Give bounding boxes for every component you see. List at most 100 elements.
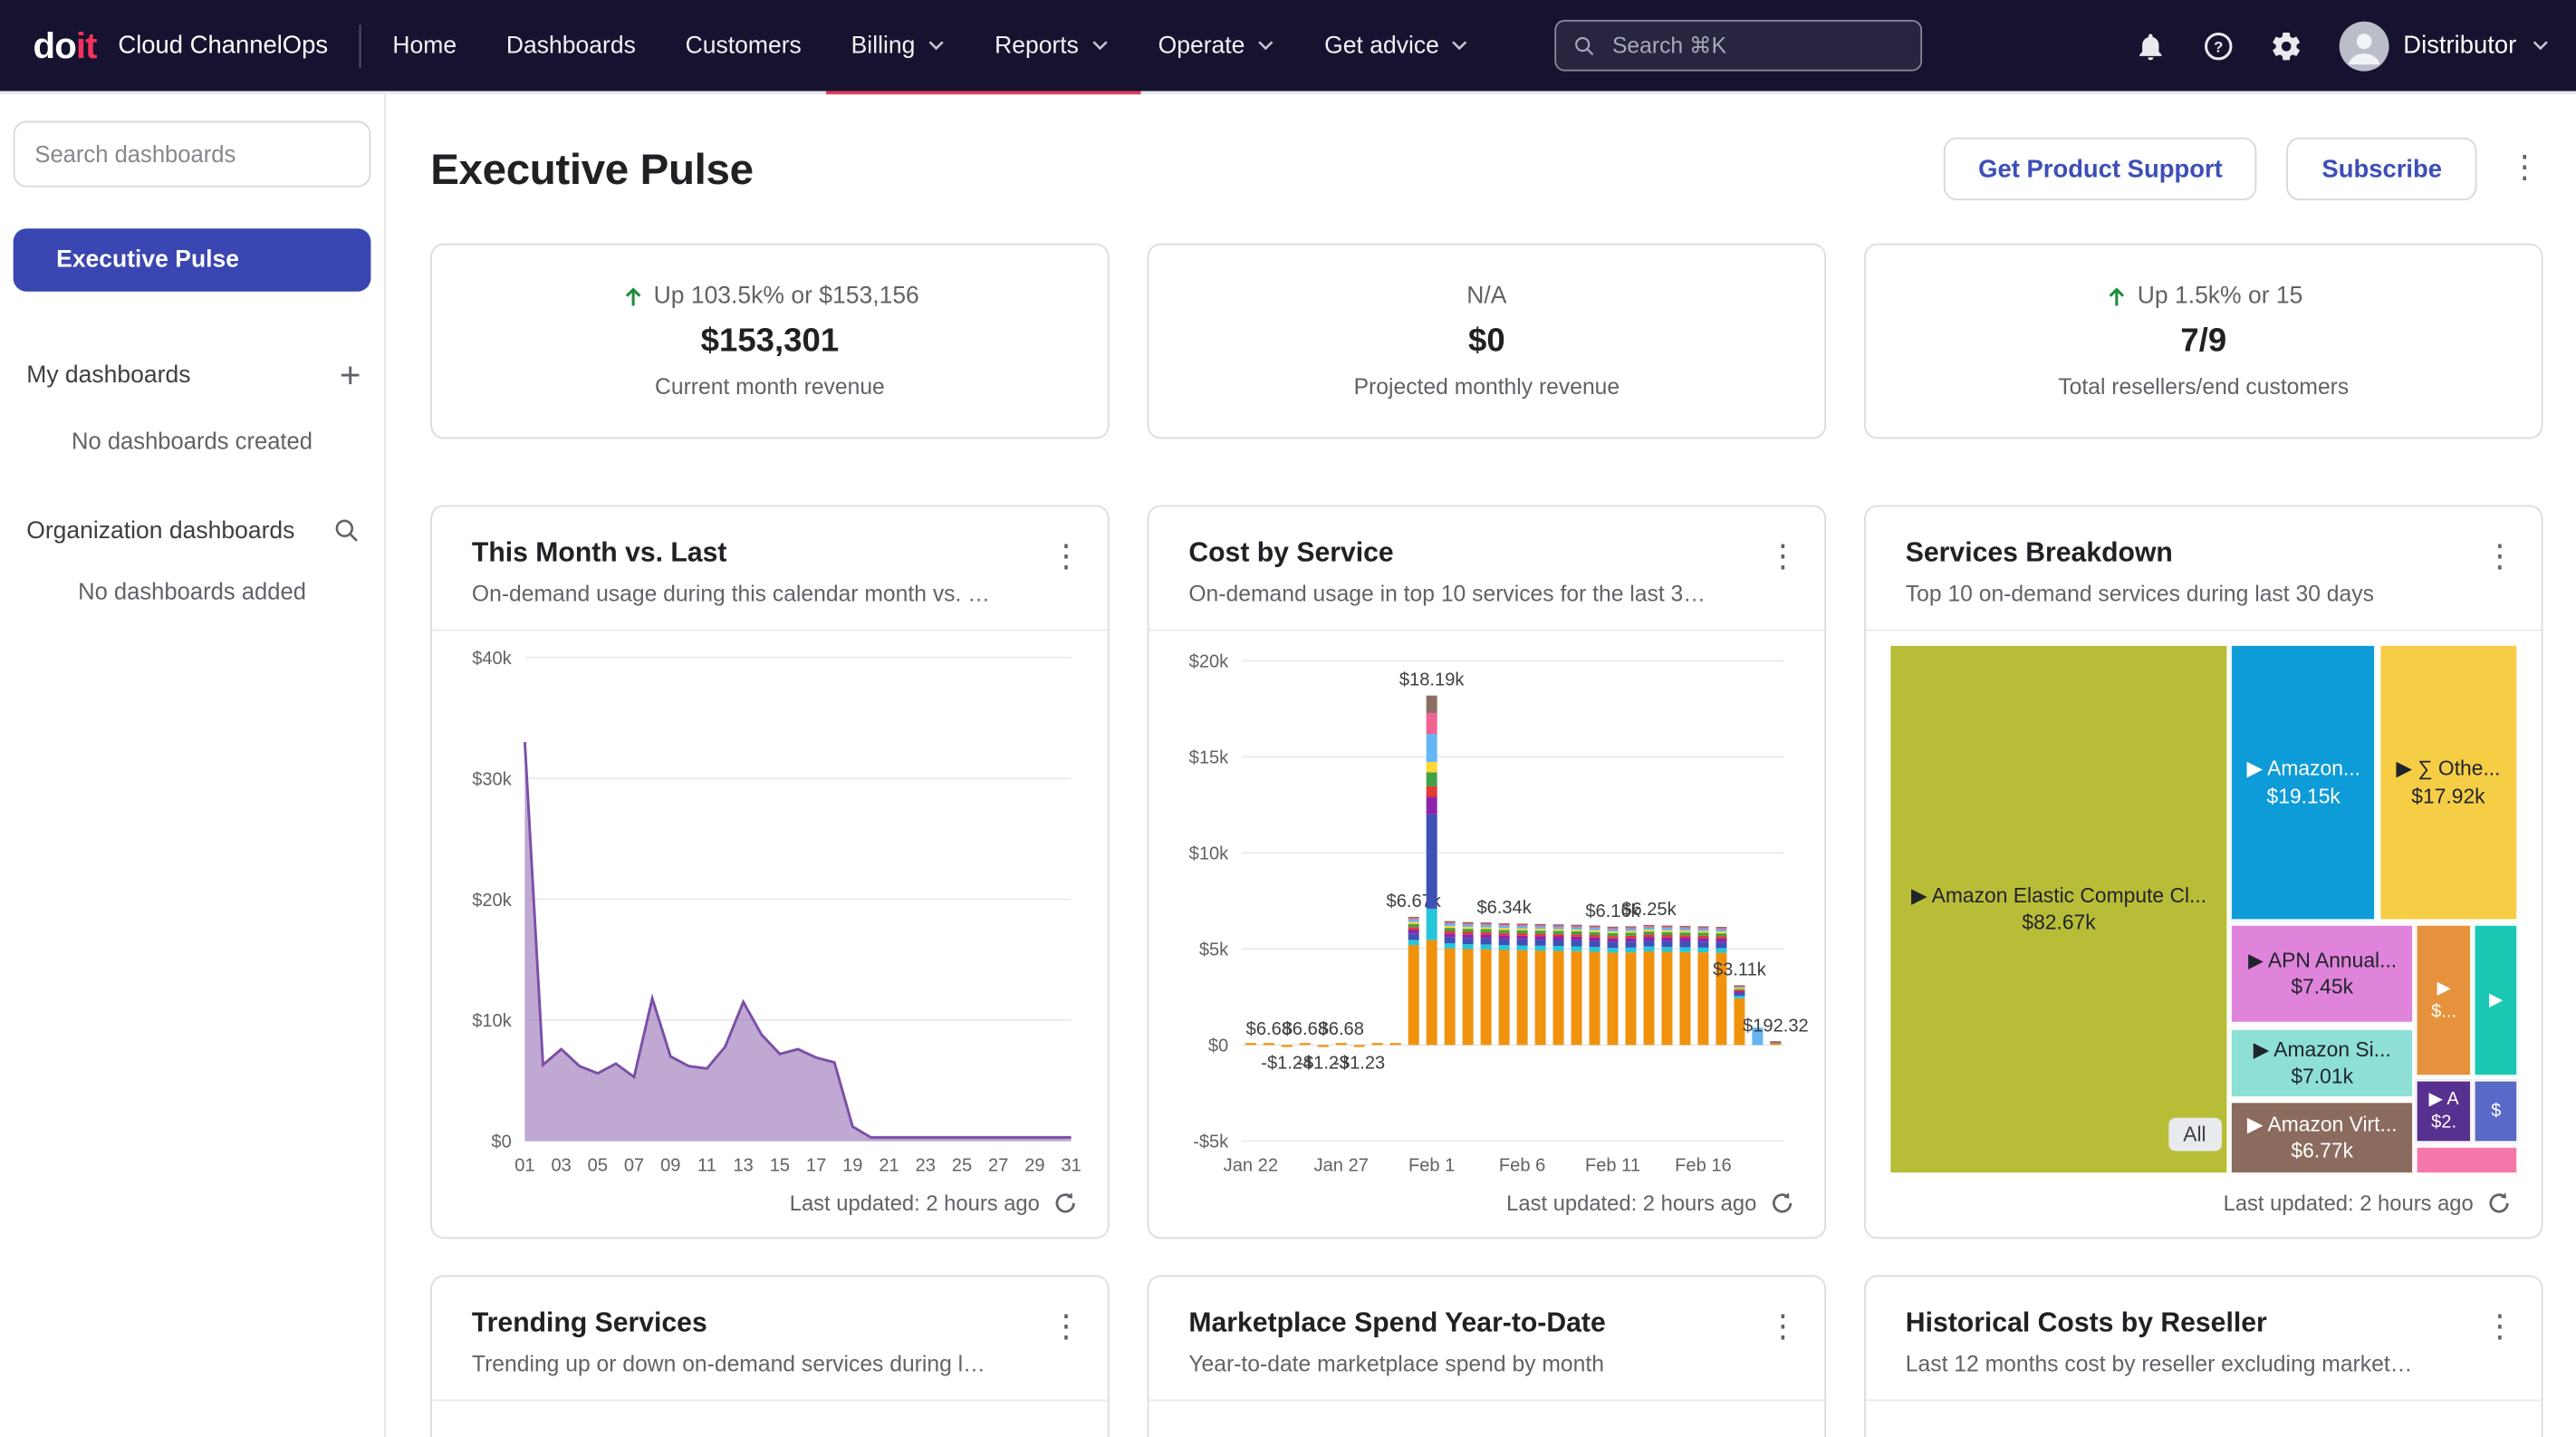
divider [432, 1399, 1108, 1401]
charts-row: This Month vs. Last On-demand usage duri… [430, 505, 2542, 1239]
chevron-down-icon [1451, 40, 1469, 52]
nav-customers-label: Customers [686, 33, 802, 59]
nav-reports[interactable]: Reports [995, 33, 1109, 59]
charts-row-bottom: Trending Services Trending up or down on… [430, 1275, 2542, 1437]
kpi-projected-monthly-revenue: N/A $0 Projected monthly revenue [1148, 244, 1826, 439]
global-search[interactable] [1554, 20, 1922, 72]
avatar [2339, 21, 2389, 71]
treemap-all-button[interactable]: All [2168, 1118, 2221, 1152]
treemap-node[interactable] [2417, 1146, 2518, 1173]
global-search-input[interactable] [1609, 32, 1903, 60]
card-kebab-menu[interactable] [1048, 538, 1084, 578]
primary-nav: Home Dashboards Customers Billing Report… [392, 33, 1468, 59]
svg-text:$6.34k: $6.34k [1476, 898, 1532, 918]
doit-logo[interactable]: doit [34, 24, 97, 68]
treemap-node[interactable]: ▶ A$2. [2417, 1079, 2472, 1143]
card-kebab-menu[interactable] [1764, 1308, 1801, 1348]
kpi-delta-text: N/A [1466, 284, 1506, 310]
my-dashboards-section-header: My dashboards [14, 358, 371, 394]
nav-operate[interactable]: Operate [1158, 33, 1275, 59]
card-kebab-menu[interactable] [1764, 538, 1801, 578]
refresh-button[interactable] [1770, 1190, 1794, 1214]
kpi-total-resellers: Up 1.5k% or 15 7/9 Total resellers/end c… [1864, 244, 2542, 439]
card-title: Cost by Service [1188, 538, 1748, 570]
accent-highlight [827, 92, 1141, 95]
nav-billing[interactable]: Billing [851, 33, 946, 59]
subscribe-button[interactable]: Subscribe [2287, 138, 2476, 200]
refresh-button[interactable] [1053, 1190, 1077, 1214]
services-breakdown-chart: ▶ Amazon Elastic Compute Cl...$82.67k▶ A… [1882, 634, 2524, 1178]
svg-text:$0: $0 [1208, 1037, 1228, 1056]
svg-text:03: 03 [551, 1155, 571, 1175]
svg-text:Feb 6: Feb 6 [1499, 1155, 1545, 1175]
top-navbar: doit Cloud ChannelOps Home Dashboards Cu… [0, 0, 2576, 92]
svg-text:Jan 27: Jan 27 [1314, 1155, 1369, 1175]
refresh-button[interactable] [2486, 1190, 2511, 1214]
treemap-node[interactable]: ▶ Amazon Si...$7.01k [2231, 1027, 2414, 1098]
card-kebab-menu[interactable] [2482, 1308, 2518, 1348]
svg-text:$0: $0 [491, 1133, 511, 1152]
card-kebab-menu[interactable] [2482, 538, 2518, 578]
dashboards-sidebar: Executive Pulse My dashboards No dashboa… [0, 94, 386, 1437]
svg-text:$20k: $20k [472, 891, 513, 911]
svg-text:$10k: $10k [472, 1011, 513, 1031]
card-subtitle: On-demand usage during this calendar mon… [472, 582, 1032, 606]
svg-text:07: 07 [624, 1155, 644, 1175]
page-kebab-menu[interactable] [2506, 149, 2542, 189]
sidebar-item-executive-pulse[interactable]: Executive Pulse [14, 228, 371, 291]
svg-text:Feb 1: Feb 1 [1408, 1155, 1455, 1175]
card-kebab-menu[interactable] [1048, 1308, 1084, 1348]
navbar-accent-line [0, 92, 2576, 95]
notifications-button[interactable] [2133, 29, 2167, 63]
svg-text:27: 27 [988, 1155, 1008, 1175]
treemap-node[interactable]: ▶ Amazon...$19.15k [2231, 644, 2377, 921]
treemap-node[interactable]: ▶ $... [2417, 924, 2472, 1075]
treemap-node[interactable]: ▶ [2474, 924, 2518, 1075]
card-title: Services Breakdown [1906, 538, 2465, 570]
svg-text:29: 29 [1024, 1155, 1044, 1175]
treemap-node[interactable]: ▶ Amazon Elastic Compute Cl...$82.67k [1889, 644, 2229, 1174]
svg-text:Feb 11: Feb 11 [1585, 1155, 1640, 1175]
card-title: Marketplace Spend Year-to-Date [1188, 1308, 1748, 1340]
treemap-node[interactable]: $ [2474, 1079, 2518, 1143]
card-trending-services: Trending Services Trending up or down on… [430, 1275, 1109, 1437]
add-dashboard-button[interactable] [340, 358, 361, 394]
search-icon [1572, 33, 1596, 59]
svg-text:05: 05 [588, 1155, 608, 1175]
account-menu[interactable]: Distributor [2339, 21, 2550, 71]
bell-icon [2133, 29, 2167, 63]
logo-text-it: it [76, 24, 97, 68]
last-updated-text: Last updated: 2 hours ago [2224, 1190, 2474, 1214]
treemap-node[interactable]: ▶ APN Annual...$7.45k [2231, 924, 2414, 1024]
kpi-label: Total resellers/end customers [2058, 374, 2349, 399]
org-dashboards-search-button[interactable] [332, 516, 360, 545]
nav-operate-label: Operate [1158, 33, 1245, 59]
svg-text:19: 19 [842, 1155, 862, 1175]
treemap-node[interactable]: ▶ Amazon Virt...$6.77k [2231, 1102, 2414, 1174]
svg-text:$18.19k: $18.19k [1399, 670, 1465, 690]
nav-get-advice[interactable]: Get advice [1324, 33, 1469, 59]
nav-get-advice-label: Get advice [1324, 33, 1439, 59]
card-subtitle: On-demand usage in top 10 services for t… [1188, 582, 1748, 606]
card-subtitle: Last 12 months cost by reseller excludin… [1906, 1351, 2465, 1375]
nav-customers[interactable]: Customers [686, 33, 802, 59]
nav-dashboards[interactable]: Dashboards [506, 33, 636, 59]
get-product-support-button[interactable]: Get Product Support [1944, 138, 2257, 200]
svg-text:01: 01 [514, 1155, 534, 1175]
svg-text:11: 11 [697, 1155, 716, 1175]
cost-by-service-chart: -$5k$0$5k$10k$15k$20kJan 22Jan 27Feb 1Fe… [1166, 634, 1808, 1178]
this-month-vs-last-chart: $0$10k$20k$30k$40k0103050709111315171921… [448, 634, 1091, 1178]
settings-button[interactable] [2269, 29, 2302, 63]
nav-home[interactable]: Home [392, 33, 457, 59]
treemap-node[interactable]: ▶ ∑ Othe...$17.92k [2379, 644, 2518, 921]
nav-billing-label: Billing [851, 33, 916, 59]
svg-text:-$5k: -$5k [1193, 1133, 1229, 1152]
sidebar-search-input[interactable] [14, 121, 371, 187]
card-services-breakdown: Services Breakdown Top 10 on-demand serv… [1864, 505, 2542, 1239]
account-label: Distributor [2403, 32, 2516, 60]
trending-services-chart [448, 1404, 1091, 1437]
svg-text:$40k: $40k [472, 649, 513, 669]
kpi-row: Up 103.5k% or $153,156 $153,301 Current … [430, 244, 2542, 439]
help-button[interactable]: ? [2201, 29, 2235, 63]
divider [432, 630, 1108, 632]
